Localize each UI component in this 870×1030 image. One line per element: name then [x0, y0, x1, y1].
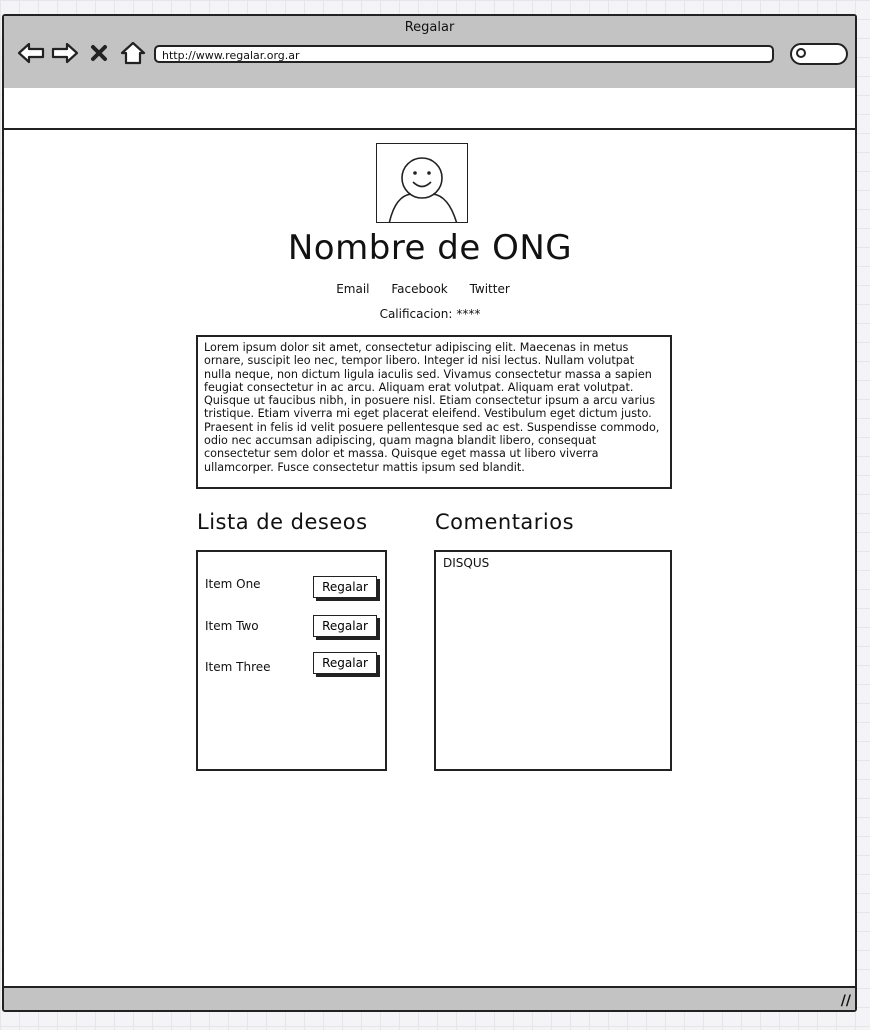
search-icon: [796, 48, 806, 58]
rating-stars: ****: [456, 307, 481, 321]
forward-arrow-icon[interactable]: [50, 40, 80, 66]
home-icon[interactable]: [118, 40, 148, 66]
description-text: Lorem ipsum dolor sit amet, consectetur …: [196, 335, 672, 489]
disqus-placeholder: DISQUS: [443, 556, 490, 570]
comments-panel[interactable]: DISQUS: [434, 550, 672, 771]
org-name-heading: Nombre de ONG: [287, 228, 573, 268]
item-label: Item Three: [205, 660, 271, 674]
nav-icons: [16, 40, 148, 66]
regalar-button[interactable]: Regalar: [313, 615, 377, 637]
title-bar: Regalar http://www.regalar.org.ar: [4, 16, 855, 90]
rating: Calificacion: ****: [0, 307, 860, 321]
item-label: Item One: [205, 577, 261, 591]
wishlist-title: Lista de deseos: [197, 510, 368, 534]
email-link[interactable]: Email: [336, 282, 369, 296]
twitter-link[interactable]: Twitter: [470, 282, 510, 296]
window-title: Regalar: [404, 20, 455, 35]
regalar-button[interactable]: Regalar: [313, 576, 377, 598]
social-links: Email Facebook Twitter: [0, 282, 846, 296]
user-avatar-icon: [376, 143, 468, 223]
wishlist-panel: Item One Regalar Item Two Regalar Item T…: [196, 550, 387, 771]
status-bar: //: [4, 986, 855, 1010]
back-arrow-icon[interactable]: [16, 40, 46, 66]
rating-label: Calificacion:: [379, 307, 453, 321]
url-bar[interactable]: http://www.regalar.org.ar: [154, 45, 774, 63]
regalar-button[interactable]: Regalar: [313, 652, 377, 674]
close-icon[interactable]: [84, 40, 114, 66]
comments-title: Comentarios: [435, 510, 575, 534]
facebook-link[interactable]: Facebook: [391, 282, 447, 296]
search-button[interactable]: [790, 43, 848, 65]
resize-grip-icon[interactable]: //: [841, 993, 851, 1009]
toolbar-strip: [4, 88, 855, 130]
item-label: Item Two: [205, 619, 259, 633]
